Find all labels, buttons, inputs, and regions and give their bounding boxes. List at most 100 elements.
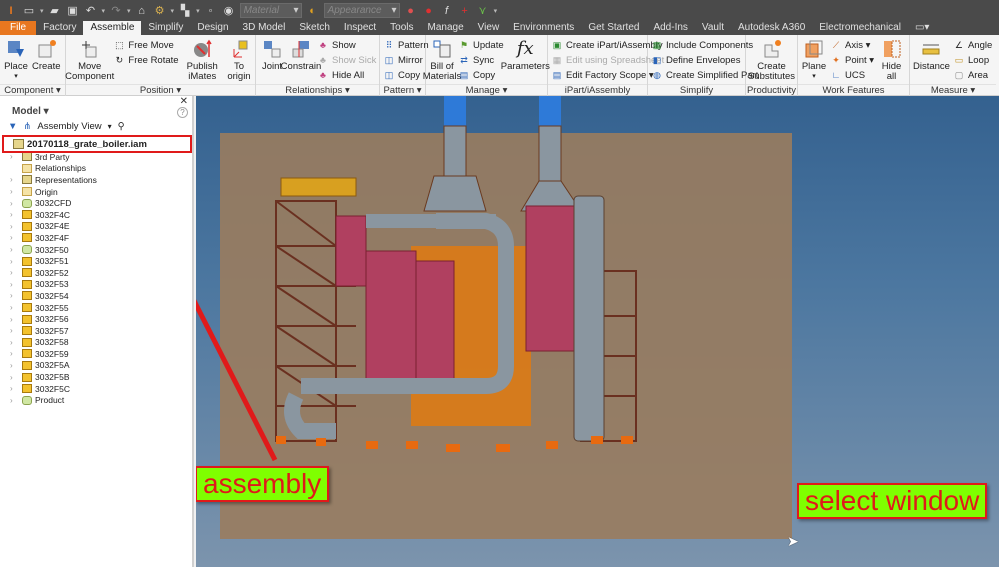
tab-vault[interactable]: Vault bbox=[695, 21, 731, 35]
material-combo[interactable]: Material bbox=[239, 3, 302, 18]
loop-button[interactable]: ▭ Loop bbox=[953, 53, 992, 67]
tree-node[interactable]: › 3032F53 bbox=[0, 279, 192, 291]
select-icon[interactable]: ▚ bbox=[178, 4, 192, 18]
ucs-button[interactable]: ∟ UCS bbox=[830, 68, 874, 82]
expand-icon[interactable]: › bbox=[10, 175, 19, 184]
undo-icon[interactable]: ↶ bbox=[84, 4, 98, 18]
tab-simplify[interactable]: Simplify bbox=[141, 21, 190, 35]
show-button[interactable]: ♣ Show bbox=[317, 38, 376, 52]
appearance-icon[interactable]: ◐ bbox=[306, 4, 320, 18]
tab-file[interactable]: File bbox=[0, 21, 37, 35]
tree-node[interactable]: › 3rd Party bbox=[0, 151, 192, 163]
undo-dropdown-icon[interactable]: ▾ bbox=[102, 7, 106, 15]
close-browser-icon[interactable]: ✕ bbox=[180, 96, 188, 107]
tab-environments[interactable]: Environments bbox=[506, 21, 581, 35]
tree-node[interactable]: › 3032F50 bbox=[0, 244, 192, 256]
expand-icon[interactable]: › bbox=[10, 373, 19, 382]
expand-icon[interactable]: › bbox=[10, 396, 19, 405]
browser-title[interactable]: Model ▾ bbox=[12, 106, 49, 117]
expand-icon[interactable]: › bbox=[10, 303, 19, 312]
expand-icon[interactable]: › bbox=[10, 233, 19, 242]
axis-button[interactable]: ⟋ Axis ▾ bbox=[830, 38, 874, 52]
panel-title-relationships[interactable]: Relationships ▾ bbox=[256, 84, 379, 96]
redo-icon[interactable]: ↷ bbox=[109, 4, 123, 18]
ipart-icon[interactable]: ◦ bbox=[204, 4, 218, 18]
hide-all-button[interactable]: ♣ Hide All bbox=[317, 68, 376, 82]
expand-icon[interactable]: › bbox=[10, 349, 19, 358]
new-file-icon[interactable]: ▭ bbox=[22, 4, 36, 18]
axes-icon[interactable]: ⋎ bbox=[476, 4, 490, 18]
expand-icon[interactable]: › bbox=[10, 291, 19, 300]
home-icon[interactable]: ⌂ bbox=[135, 4, 149, 18]
tree-root-assembly[interactable]: 20170118_grate_boiler.iam bbox=[2, 135, 192, 153]
update-button[interactable]: ⚑ Update bbox=[458, 38, 504, 52]
free-move-button[interactable]: ⬚ Free Move bbox=[113, 38, 178, 52]
tab-sketch[interactable]: Sketch bbox=[292, 21, 337, 35]
point-button[interactable]: ✦ Point ▾ bbox=[830, 53, 874, 67]
assembly-view-dropdown[interactable]: Assembly View bbox=[37, 121, 101, 132]
tree-node[interactable]: › Product bbox=[0, 394, 192, 406]
tree-node[interactable]: › 3032F58 bbox=[0, 337, 192, 349]
adjust-appearance-icon[interactable]: ● bbox=[404, 4, 418, 18]
expand-icon[interactable]: › bbox=[10, 257, 19, 266]
area-button[interactable]: ▢ Area bbox=[953, 68, 992, 82]
redo-dropdown-icon[interactable]: ▾ bbox=[127, 7, 131, 15]
expand-icon[interactable]: › bbox=[10, 384, 19, 393]
sync-button[interactable]: ⇄ Sync bbox=[458, 53, 504, 67]
tree-node[interactable]: Relationships bbox=[0, 163, 192, 175]
tab-tools[interactable]: Tools bbox=[383, 21, 420, 35]
view-dropdown-icon[interactable]: ▾ bbox=[108, 122, 112, 131]
panel-title-position[interactable]: Position ▾ bbox=[66, 84, 255, 96]
tree-node[interactable]: › 3032F54 bbox=[0, 290, 192, 302]
tab-add-ins[interactable]: Add-Ins bbox=[646, 21, 694, 35]
tree-node[interactable]: › 3032F4C bbox=[0, 209, 192, 221]
expand-icon[interactable]: › bbox=[10, 152, 19, 161]
update-dropdown-icon[interactable]: ▾ bbox=[171, 7, 175, 15]
tree-node[interactable]: › 3032F5B bbox=[0, 371, 192, 383]
tab-assemble[interactable]: Assemble bbox=[83, 21, 142, 35]
tab-get-started[interactable]: Get Started bbox=[581, 21, 646, 35]
tab-view[interactable]: View bbox=[471, 21, 507, 35]
tree-node[interactable]: › 3032F57 bbox=[0, 325, 192, 337]
define-envelopes-button[interactable]: ◧ Define Envelopes bbox=[651, 53, 758, 67]
expand-icon[interactable]: › bbox=[10, 338, 19, 347]
tree-node[interactable]: › 3032F55 bbox=[0, 302, 192, 314]
tab-3d-model[interactable]: 3D Model bbox=[236, 21, 293, 35]
tree-node[interactable]: › 3032F4E bbox=[0, 221, 192, 233]
tree-node[interactable]: › 3032F4F bbox=[0, 232, 192, 244]
tree-node[interactable]: › Origin bbox=[0, 186, 192, 198]
tree-node[interactable]: › 3032CFD bbox=[0, 197, 192, 209]
expand-icon[interactable]: › bbox=[10, 280, 19, 289]
customize-qat-icon[interactable]: ▾ bbox=[494, 7, 498, 15]
expand-icon[interactable]: › bbox=[10, 210, 19, 219]
panel-title-measure[interactable]: Measure ▾ bbox=[910, 84, 996, 96]
show-sick-button[interactable]: ♣ Show Sick bbox=[317, 53, 376, 67]
open-icon[interactable]: ▰ bbox=[48, 4, 62, 18]
tab-factory[interactable]: Factory bbox=[36, 21, 83, 35]
filter-icon[interactable]: ▼ bbox=[8, 121, 17, 132]
angle-button[interactable]: ∠ Angle bbox=[953, 38, 992, 52]
expand-icon[interactable]: › bbox=[10, 268, 19, 277]
expand-icon[interactable]: › bbox=[10, 199, 19, 208]
create-simplified-part-button[interactable]: ◍ Create Simplified Part bbox=[651, 68, 758, 82]
new-dropdown-icon[interactable]: ▾ bbox=[40, 7, 44, 15]
panel-title-pattern[interactable]: Pattern ▾ bbox=[380, 84, 425, 96]
tree-node[interactable]: › 3032F51 bbox=[0, 255, 192, 267]
panel-title-component[interactable]: Component ▾ bbox=[0, 84, 65, 96]
free-rotate-button[interactable]: ↻ Free Rotate bbox=[113, 53, 179, 67]
tree-node[interactable]: › 3032F56 bbox=[0, 313, 192, 325]
update-icon[interactable]: ⚙ bbox=[153, 4, 167, 18]
find-icon[interactable]: ⚲ bbox=[118, 121, 125, 132]
tree-node[interactable]: › 3032F52 bbox=[0, 267, 192, 279]
tree-node[interactable]: › 3032F59 bbox=[0, 348, 192, 360]
tab-manage[interactable]: Manage bbox=[421, 21, 471, 35]
tab-autodesk-a360[interactable]: Autodesk A360 bbox=[731, 21, 812, 35]
include-components-button[interactable]: ▦ Include Components bbox=[651, 38, 758, 52]
material-icon[interactable]: ◉ bbox=[222, 4, 236, 18]
copy-manage-button[interactable]: ▤ Copy bbox=[458, 68, 504, 82]
expand-icon[interactable]: › bbox=[10, 361, 19, 370]
expand-icon[interactable]: › bbox=[10, 315, 19, 324]
help-icon[interactable]: ? bbox=[177, 107, 188, 118]
save-icon[interactable]: ▣ bbox=[66, 4, 80, 18]
tab-inspect[interactable]: Inspect bbox=[337, 21, 383, 35]
